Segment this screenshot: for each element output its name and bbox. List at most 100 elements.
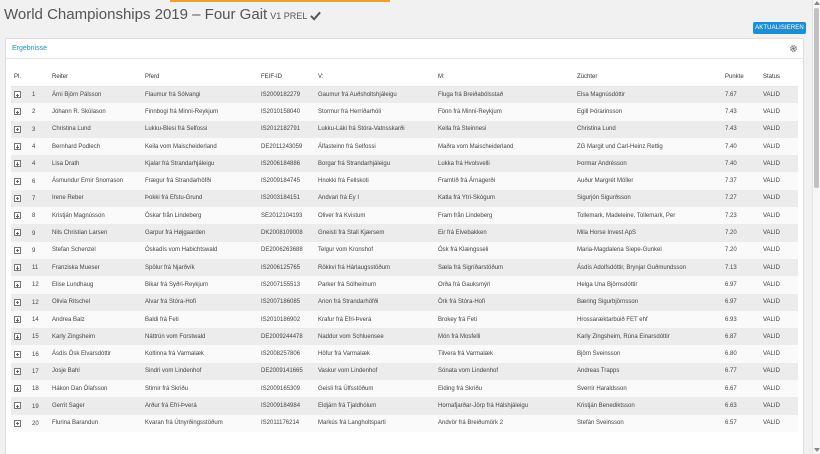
column-header[interactable]: Pferd [142, 69, 258, 87]
expand-icon[interactable] [14, 160, 21, 168]
table-row[interactable]: 4 Lisa Drath Kjalar frá Strandarhjáleigu IS… [11, 155, 798, 173]
table-cell: Sigurjón Sigurðsson [574, 189, 722, 208]
table-row[interactable]: 15 Karly Zingsheim Náttrún vom Forstwald DE… [11, 328, 798, 346]
table-row[interactable]: 20 Flurina Barandun Kvaran frá Útnyrðingss… [11, 414, 798, 432]
table-cell: Geisli frá Úlfsstöðum [315, 380, 435, 398]
scroll-up-icon[interactable] [814, 1, 820, 5]
table-cell: Árni Björn Pálsson [49, 86, 142, 104]
panel-title[interactable]: Ergebnisse [12, 45, 47, 52]
column-header[interactable]: FEIF-ID [258, 69, 315, 87]
table-cell: Markús frá Langholtsparti [315, 414, 435, 432]
table-cell: Andrea Balz [49, 310, 142, 329]
table-row[interactable]: 16 Ásdís Ósk Elvarsdóttir Koltinna frá Var… [11, 345, 798, 363]
expand-icon[interactable] [14, 91, 21, 99]
page-scrollbar[interactable] [812, 0, 820, 454]
refresh-button[interactable]: AKTUALISIEREN [753, 22, 806, 34]
table-cell: Ásdís Adolfsdóttir, Brynjar Guðmundsson [574, 258, 722, 277]
table-row[interactable]: 12 Elise Lundhaug Bikar frá Syðri-Reykjum I… [11, 276, 798, 294]
table-row[interactable]: 19 Gerrit Sager Arður frá Efri-Þverá IS2009… [11, 397, 798, 415]
expand-icon[interactable] [14, 177, 21, 185]
table-cell: 7.20 [722, 224, 760, 242]
expand-icon[interactable] [14, 229, 21, 237]
table-row[interactable]: 9 Nils Christian Larsen Garpur frá Højgaar… [11, 224, 798, 242]
expand-icon[interactable] [14, 298, 21, 306]
expand-icon[interactable] [14, 143, 21, 150]
table-cell: Elise Lundhaug [49, 276, 142, 294]
expand-icon[interactable] [14, 402, 21, 410]
table-cell: VALID [760, 241, 798, 259]
placement-value: 17 [32, 368, 39, 375]
table-cell: Gerrit Sager [49, 397, 142, 415]
table-row[interactable]: 17 Josje Bahl Sindri vom Lindenhof DE200914… [11, 362, 798, 381]
table-cell: VALID [760, 310, 798, 329]
scroll-thumb[interactable] [814, 8, 819, 188]
expand-icon[interactable] [14, 194, 21, 202]
table-cell: Framtíð frá Árnagerði [435, 172, 574, 190]
expand-icon[interactable] [14, 419, 21, 427]
expand-icon[interactable] [14, 385, 21, 393]
table-cell: 7.13 [722, 258, 760, 277]
table-cell: VALID [760, 172, 798, 190]
column-header[interactable]: Reiter [49, 69, 142, 87]
table-cell: Finnbogi frá Minni-Reykjum [142, 103, 258, 121]
table-row[interactable]: 6 Ásmundur Ernir Snorrason Frægur frá Stra… [11, 172, 798, 190]
table-cell: 6.63 [722, 397, 760, 415]
expand-icon[interactable] [14, 281, 21, 289]
table-cell: IS2006184886 [258, 155, 315, 173]
expand-icon[interactable] [14, 367, 21, 375]
column-header[interactable]: Pl. [11, 69, 49, 87]
scroll-down-icon[interactable] [814, 448, 820, 452]
table-row[interactable]: 18 Hákon Dan Ólafsson Stirnir frá Skriðu IS… [11, 380, 798, 398]
table-cell: Krafur frá Efri-Þverá [315, 310, 435, 329]
results-table: Pl. Reiter Pferd FEIF-ID V: M: Züchter Punkte St… [11, 69, 798, 432]
table-cell: Orða frá Gauksmýri [435, 276, 574, 294]
table-body: 1 Árni Björn Pálsson Flaumur frá Sólvangi I… [11, 86, 798, 432]
table-cell: Egill Þórarinsson [574, 103, 722, 121]
table-row[interactable]: 7 Irene Reber Þokki frá Efstu-Grund IS20031… [11, 189, 798, 208]
table-row[interactable]: 11 Franziska Mueser Spölur frá Njarðvík IS2… [11, 258, 798, 277]
placement-value: 3 [32, 126, 36, 133]
table-cell: 6.97 [722, 276, 760, 294]
check-icon [310, 11, 322, 21]
expand-icon[interactable] [14, 333, 21, 341]
table-row[interactable]: 4 Bernhard Podlech Keila vom Maischeiderla… [11, 137, 798, 156]
table-cell: 7.43 [722, 120, 760, 138]
table-cell: 6.67 [722, 380, 760, 398]
table-cell: IS2007155513 [258, 276, 315, 294]
table-cell: Fluga frá Breiðabólsstað [435, 86, 574, 104]
column-header[interactable]: V: [315, 69, 435, 87]
expand-icon[interactable] [14, 212, 21, 220]
table-cell: Parker frá Sólheimum [315, 276, 435, 294]
table-cell: Andvör frá Breiðumörk 2 [435, 414, 574, 432]
results-panel: Ergebnisse Pl. Reiter Pferd FEIF-ID V: M: Züch… [5, 38, 804, 454]
table-cell: 7.40 [722, 155, 760, 173]
table-row[interactable]: 14 Andrea Balz Baldi frá Feti IS2010186902 K… [11, 310, 798, 329]
table-cell: Frægur frá Strandarhöfði [142, 172, 258, 190]
table-cell: 6.87 [722, 328, 760, 346]
table-row[interactable]: 1 Árni Björn Pálsson Flaumur frá Sólvangi I… [11, 86, 798, 104]
table-row[interactable]: 2 Jóhann R. Skúlason Finnbogi frá Minni-Re… [11, 103, 798, 121]
table-cell: IS2009182279 [258, 86, 315, 104]
table-cell: 6.80 [722, 345, 760, 363]
table-row[interactable]: 3 Christina Lund Lukku-Blesi frá Selfossi I… [11, 120, 798, 138]
column-header[interactable]: M: [435, 69, 574, 87]
expand-icon[interactable] [14, 264, 21, 272]
expand-icon[interactable] [14, 315, 21, 323]
placement-cell: 1 [11, 86, 49, 104]
column-header[interactable]: Status [760, 69, 798, 87]
expand-icon[interactable] [14, 125, 21, 133]
column-header[interactable]: Züchter [574, 69, 722, 87]
column-header[interactable]: Punkte [722, 69, 760, 87]
table-cell: IS2009184984 [258, 397, 315, 415]
table-cell: Kristján Benediktsson [574, 397, 722, 415]
table-row[interactable]: 8 Kristján Magnússon Óskar från Lindeberg S… [11, 207, 798, 225]
table-cell: Lisa Drath [49, 155, 142, 173]
placement-cell: 7 [11, 189, 49, 208]
expand-icon[interactable] [14, 246, 21, 254]
placement-cell: 9 [11, 241, 49, 259]
gear-icon[interactable] [789, 44, 798, 53]
table-row[interactable]: 9 Stefan Schenzel Óskadís vom Habichtswald… [11, 241, 798, 259]
expand-icon[interactable] [14, 350, 21, 358]
expand-icon[interactable] [14, 108, 21, 116]
table-row[interactable]: 12 Olivia Ritschel Alvar frá Stóra-Hofi IS2… [11, 293, 798, 311]
